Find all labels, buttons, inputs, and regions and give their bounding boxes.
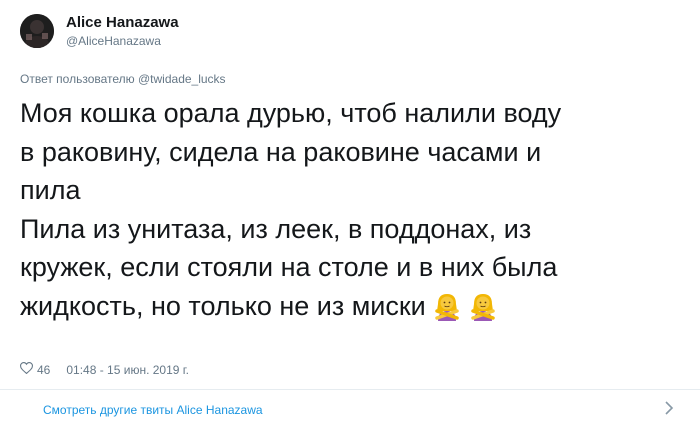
tweet-line: Моя кошка орала дурью, чтоб налили воду [20, 98, 562, 128]
reply-to-label: Ответ пользователю @twidade_lucks [20, 72, 226, 86]
author-handle[interactable]: @AliceHanazawa [66, 34, 161, 48]
tweet-meta: 46 01:48 - 15 июн. 2019 г. [19, 362, 189, 377]
author-display-name[interactable]: Alice Hanazawa [66, 14, 179, 31]
tweet-line: Пила из унитаза, из леек, в поддонах, из [20, 213, 532, 244]
woman-gesturing-no-emoji [432, 291, 462, 332]
tweet-line-text: жидкость, но только не из миски [20, 290, 426, 321]
tweet-line-last: жидкость, но только не из миски [20, 287, 685, 332]
like-count[interactable]: 46 [37, 363, 50, 377]
tweet-text: Моя кошка орала дурью, чтоб налили воду … [20, 94, 685, 331]
tweet-line: пила [20, 175, 81, 205]
more-tweets-link[interactable]: Смотреть другие твиты Alice Hanazawa [43, 403, 263, 417]
chevron-right-icon[interactable] [664, 400, 674, 421]
tweet-line: кружек, если стояли на столе и в них был… [20, 252, 558, 282]
tweet-timestamp[interactable]: 01:48 - 15 июн. 2019 г. [66, 363, 189, 377]
divider [0, 389, 700, 390]
heart-icon[interactable] [19, 362, 34, 377]
avatar[interactable] [20, 14, 54, 48]
woman-gesturing-no-emoji [468, 291, 498, 332]
tweet-line: в раковину, сидела на раковине часами и [20, 136, 542, 167]
